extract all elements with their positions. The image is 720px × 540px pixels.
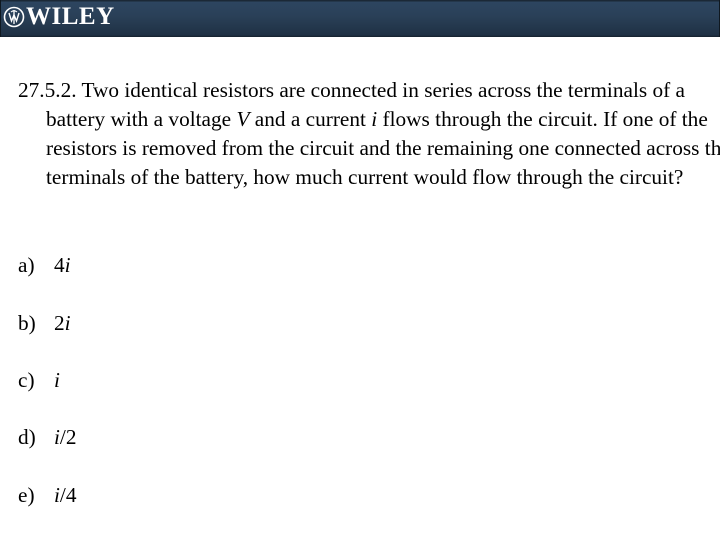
wiley-logo: WILEY bbox=[3, 2, 115, 32]
answer-option-c[interactable]: c) i bbox=[18, 366, 60, 395]
option-variable: i bbox=[54, 368, 60, 392]
option-letter: a) bbox=[18, 253, 35, 277]
answer-option-e[interactable]: e) i/4 bbox=[18, 481, 77, 510]
option-value: 2i bbox=[54, 311, 71, 335]
option-letter: e) bbox=[18, 483, 35, 507]
option-variable: i bbox=[64, 253, 71, 277]
answer-option-a[interactable]: a) 4i bbox=[18, 251, 71, 280]
question-text: 27.5.2. Two identical resistors are conn… bbox=[18, 76, 720, 192]
option-value: 4i bbox=[54, 253, 71, 277]
option-prefix: 2 bbox=[54, 311, 65, 335]
question-number: 27.5.2. bbox=[18, 78, 77, 102]
brand-name: WILEY bbox=[26, 3, 115, 30]
voltage-variable: V bbox=[236, 107, 250, 131]
answer-option-d[interactable]: d) i/2 bbox=[18, 423, 77, 452]
option-suffix: /2 bbox=[59, 425, 77, 449]
option-suffix: /4 bbox=[59, 483, 77, 507]
option-letter: b) bbox=[18, 311, 36, 335]
option-letter: c) bbox=[18, 368, 35, 392]
option-value: i/2 bbox=[54, 425, 77, 449]
question-part: and a current bbox=[249, 107, 372, 131]
header-bar: WILEY bbox=[0, 0, 720, 37]
wiley-emblem-icon bbox=[3, 6, 25, 28]
option-value: i/4 bbox=[54, 483, 77, 507]
option-variable: i bbox=[64, 311, 71, 335]
option-prefix: 4 bbox=[54, 253, 65, 277]
option-value: i bbox=[54, 368, 60, 392]
option-letter: d) bbox=[18, 425, 36, 449]
answer-option-b[interactable]: b) 2i bbox=[18, 309, 71, 338]
